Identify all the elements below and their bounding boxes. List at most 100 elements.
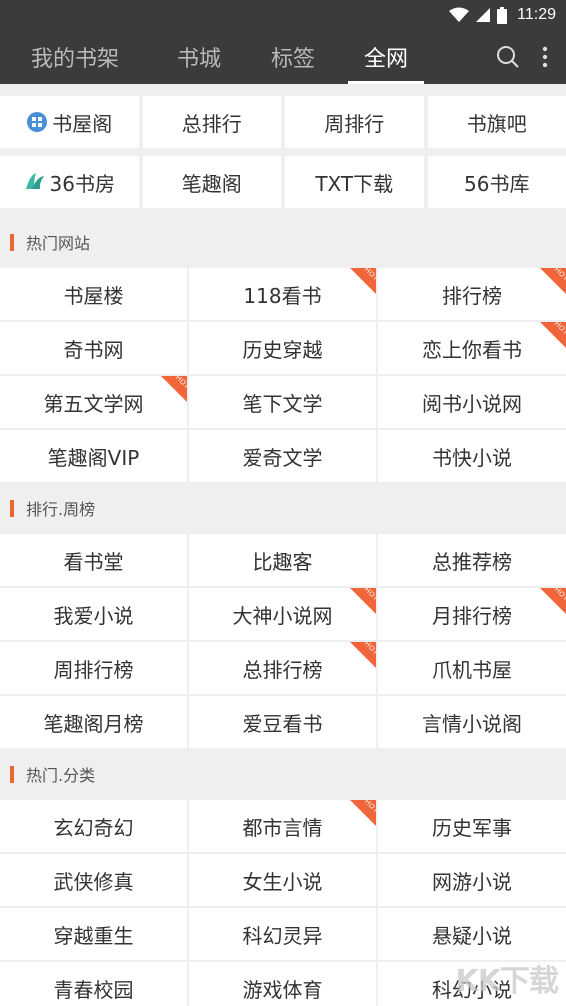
site-link[interactable]: 第五文学网 HOT: [0, 376, 187, 428]
site-link[interactable]: 笔趣阁VIP: [0, 430, 187, 482]
site-link-label: 周排行榜: [53, 657, 134, 682]
site-link[interactable]: 游戏体育: [189, 962, 376, 1006]
featured-site[interactable]: 书屋阁: [0, 96, 139, 148]
signal-icon: [476, 8, 491, 22]
site-link[interactable]: 我爱小说: [0, 588, 187, 640]
site-link[interactable]: 阅书小说网: [378, 376, 566, 428]
site-link-label: 爱奇文学: [242, 445, 323, 470]
site-link[interactable]: 排行榜 HOT: [378, 268, 566, 320]
section-grid: 看书堂 比趣客 总推荐榜我爱小说 大神小说网 HOT 月排行榜 HOT 周排行榜 总排行榜 HOT…: [0, 534, 566, 748]
site-link[interactable]: 书快小说: [378, 430, 566, 482]
featured-site[interactable]: 书旗吧: [427, 96, 566, 148]
site-logo-icon: [24, 171, 46, 193]
site-link[interactable]: 118看书 HOT: [189, 268, 376, 320]
site-link[interactable]: 书屋楼: [0, 268, 187, 320]
site-link[interactable]: 奇书网: [0, 322, 187, 374]
section-accent-bar: [10, 499, 14, 517]
site-link-label: 阅书小说网: [422, 391, 522, 416]
site-link[interactable]: 月排行榜 HOT: [378, 588, 566, 640]
site-link[interactable]: 女生小说: [189, 854, 376, 906]
featured-site[interactable]: TXT下载: [285, 156, 424, 208]
featured-site[interactable]: 36书房: [0, 156, 139, 208]
hot-badge: HOT: [350, 588, 376, 614]
site-link[interactable]: 武侠修真: [0, 854, 187, 906]
section-title: 热门.分类: [26, 766, 96, 785]
site-link-label: 悬疑小说: [432, 923, 512, 948]
featured-row: 书屋阁 总排行 周排行 书旗吧: [0, 96, 566, 148]
site-logo-icon: [26, 111, 48, 133]
hot-badge-label: HOT: [552, 322, 566, 337]
status-time: 11:29: [517, 6, 556, 23]
site-link[interactable]: 爱奇文学: [189, 430, 376, 482]
featured-site[interactable]: 总排行: [142, 96, 281, 148]
tab-whole-web[interactable]: 全网: [348, 30, 424, 84]
section-grid: 书屋楼 118看书 HOT 排行榜 HOT 奇书网 历史穿越 恋上你看书 HOT 第五文学网 HOT…: [0, 268, 566, 482]
site-link-label: 书屋楼: [63, 283, 124, 308]
featured-site-label: 36书房: [49, 171, 115, 196]
site-link-label: 穿越重生: [53, 923, 134, 948]
site-link-label: 爱豆看书: [242, 711, 323, 736]
site-link[interactable]: 恋上你看书 HOT: [378, 322, 566, 374]
site-link[interactable]: 都市言情 HOT: [189, 800, 376, 852]
site-link[interactable]: 周排行榜: [0, 642, 187, 694]
search-icon[interactable]: [496, 45, 520, 69]
site-link[interactable]: 历史穿越: [189, 322, 376, 374]
site-link[interactable]: 总排行榜 HOT: [189, 642, 376, 694]
site-link-label: 排行榜: [442, 283, 502, 308]
site-link-label: 118看书: [243, 283, 322, 308]
site-link-label: 都市言情: [242, 815, 323, 840]
site-link-label: 游戏体育: [242, 977, 323, 1002]
site-link[interactable]: 历史军事: [378, 800, 566, 852]
featured-row: 36书房 笔趣阁 TXT下载 56书库: [0, 156, 566, 208]
hot-badge-label: HOT: [552, 268, 566, 283]
site-link[interactable]: 悬疑小说: [378, 908, 566, 960]
site-link-label: 历史穿越: [242, 337, 323, 362]
site-link[interactable]: 爱豆看书: [189, 696, 376, 748]
section-title: 排行.周榜: [26, 500, 96, 519]
featured-site[interactable]: 周排行: [285, 96, 424, 148]
site-link-label: 大神小说网: [232, 603, 333, 628]
site-link[interactable]: 看书堂: [0, 534, 187, 586]
site-link-label: 奇书网: [63, 337, 124, 362]
featured-site[interactable]: 笔趣阁: [142, 156, 281, 208]
site-link[interactable]: 青春校园: [0, 962, 187, 1006]
site-link[interactable]: 玄幻奇幻: [0, 800, 187, 852]
hot-badge-label: HOT: [362, 800, 376, 815]
site-link-label: 网游小说: [432, 869, 512, 894]
site-link[interactable]: 言情小说阁: [378, 696, 566, 748]
hot-badge: HOT: [540, 322, 566, 348]
site-link-label: 爪机书屋: [432, 657, 512, 682]
more-vert-icon[interactable]: [542, 46, 548, 68]
site-link-label: 科幻灵异: [242, 923, 323, 948]
site-link-label: 总排行榜: [242, 657, 323, 682]
site-link[interactable]: 比趣客: [189, 534, 376, 586]
section-accent-bar: [10, 765, 14, 783]
tab-bookstore[interactable]: 书城: [150, 30, 248, 84]
hot-badge: HOT: [540, 588, 566, 614]
featured-site[interactable]: 56书库: [427, 156, 566, 208]
site-link[interactable]: 总推荐榜: [378, 534, 566, 586]
hot-badge-label: HOT: [362, 268, 376, 283]
top-tab-bar: 我的书架 书城 标签 全网: [0, 30, 566, 84]
site-link[interactable]: 笔趣阁月榜: [0, 696, 187, 748]
site-link-label: 玄幻奇幻: [53, 815, 134, 840]
section-accent-bar: [10, 233, 14, 251]
status-bar: 11:29: [0, 0, 566, 30]
site-link-label: 总推荐榜: [432, 549, 512, 574]
site-link[interactable]: 科幻灵异: [189, 908, 376, 960]
site-link[interactable]: 爪机书屋: [378, 642, 566, 694]
hot-badge: HOT: [350, 642, 376, 668]
tab-tags[interactable]: 标签: [248, 30, 338, 84]
hot-badge-label: HOT: [173, 376, 187, 391]
hot-badge: HOT: [350, 268, 376, 294]
site-link-label: 笔趣阁月榜: [43, 711, 144, 736]
site-link-label: 看书堂: [63, 549, 124, 574]
hot-badge: HOT: [161, 376, 187, 402]
site-link[interactable]: 网游小说: [378, 854, 566, 906]
site-link[interactable]: 穿越重生: [0, 908, 187, 960]
hot-badge-label: HOT: [362, 642, 376, 657]
site-link[interactable]: 大神小说网 HOT: [189, 588, 376, 640]
site-link[interactable]: 笔下文学: [189, 376, 376, 428]
tab-bookshelf[interactable]: 我的书架: [0, 30, 150, 84]
watermark: KK下载: [455, 964, 559, 999]
